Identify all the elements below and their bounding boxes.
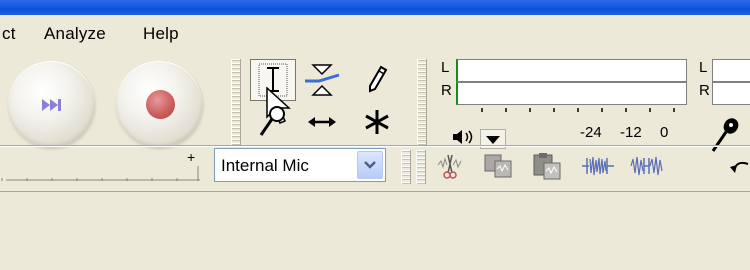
multi-tool[interactable] [355, 102, 399, 142]
split-icon [630, 156, 663, 176]
menu-item-effect[interactable]: ct [2, 24, 16, 44]
input-source-value: Internal Mic [221, 156, 309, 175]
menu-item-analyze[interactable]: Analyze [44, 24, 106, 44]
speaker-icon [453, 130, 473, 144]
record-level-meter [456, 82, 687, 105]
time-shift-tool[interactable] [300, 102, 344, 142]
copy-icon [484, 154, 512, 178]
silence-icon [582, 156, 614, 176]
left-meter-playback-label: L [441, 59, 450, 76]
scale-label: 0 [660, 124, 669, 141]
mixer-toolbar-grip[interactable] [401, 150, 411, 184]
draw-tool[interactable] [355, 59, 399, 99]
skip-end-icon [42, 99, 61, 111]
envelope-tool[interactable] [300, 59, 344, 99]
copy-button[interactable] [478, 146, 520, 186]
chevron-down-icon[interactable] [357, 151, 383, 179]
menu-item-help[interactable]: Help [143, 24, 179, 44]
scale-label: -24 [580, 124, 602, 141]
status-area [0, 192, 750, 270]
svg-text:+: + [187, 150, 195, 165]
record-icon [146, 90, 175, 119]
magnifier-icon [259, 106, 285, 136]
edit-toolbar-grip[interactable] [416, 150, 426, 184]
tools-toolbar-grip[interactable] [231, 59, 241, 145]
record-level-meter-right [712, 82, 750, 105]
paste-icon [533, 153, 561, 180]
silence-button[interactable] [577, 146, 619, 186]
right-meter-playback-label: L [699, 59, 708, 76]
undo-icon [730, 161, 749, 173]
zoom-tool[interactable] [250, 102, 294, 142]
pencil-icon [369, 65, 388, 93]
trim-button[interactable] [429, 146, 471, 186]
asterisk-icon [365, 110, 389, 134]
menu-bar: ct Analyze Help [0, 15, 750, 58]
window-title-bar [0, 0, 750, 15]
split-button[interactable] [626, 146, 668, 186]
playback-level-meter [456, 59, 687, 82]
meter-scale-ticks [481, 108, 675, 112]
paste-button[interactable] [527, 146, 569, 186]
envelope-icon [305, 64, 340, 96]
double-arrow-icon [308, 117, 336, 127]
record-button[interactable] [116, 61, 202, 147]
undo-button[interactable] [718, 146, 750, 186]
input-source-select[interactable]: Internal Mic [214, 148, 386, 182]
right-meter-record-label: R [699, 82, 710, 99]
input-volume-slider[interactable]: + [0, 150, 206, 184]
left-meter-record-label: R [441, 82, 452, 99]
playback-level-meter-right [712, 59, 750, 82]
scale-label: -12 [620, 124, 642, 141]
meter-toolbar-grip[interactable] [417, 59, 427, 145]
skip-to-end-button[interactable] [8, 61, 94, 147]
trim-icon [437, 154, 462, 179]
